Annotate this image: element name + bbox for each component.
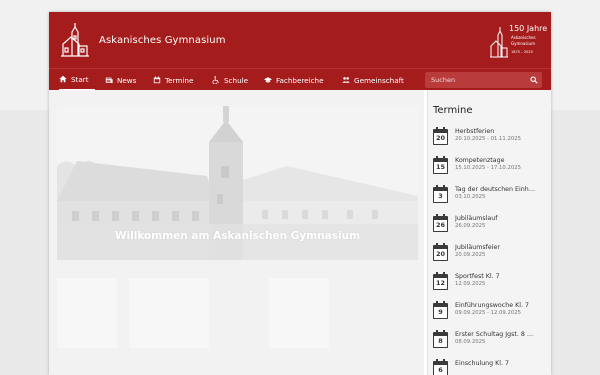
anniversary-line2: Gymnasium (511, 41, 535, 46)
nav-item-start[interactable]: Start (59, 69, 95, 91)
main-nav: Start News Termine Schule Fachbereiche G… (49, 68, 551, 91)
event-title: Herbstferien (455, 128, 495, 135)
site-frame: Askanisches Gymnasium 150 Jahre Askanisc… (49, 12, 551, 375)
event-title: Jubiläumsfeier (455, 244, 500, 251)
calendar-day-icon: 15 (433, 156, 448, 174)
anniversary-badge: 150 Jahre Askanisches Gymnasium 1875 – 2… (489, 22, 547, 62)
event-date: 20.10.2025 - 01.11.2025 (455, 136, 521, 142)
event-item[interactable]: 20 Jubiläumsfeier 20.09.2025 (433, 243, 550, 269)
event-title: Tag der deutschen Einh… (455, 186, 536, 193)
hero-slideshow[interactable]: Willkommen am Askanischen Gymnasium (57, 106, 418, 260)
anniversary-years: 1875 – 2025 (511, 50, 533, 54)
event-item[interactable]: 3 Tag der deutschen Einh… 03.10.2025 (433, 185, 550, 211)
event-title: Einschulung Kl. 7 (455, 360, 510, 367)
event-item[interactable]: 15 Kompetenztage 15.10.2025 - 17.10.2025 (433, 156, 550, 182)
school-logo-icon[interactable] (59, 22, 91, 58)
event-title: Kompetenztage (455, 157, 505, 164)
calendar-day-icon: 6 (433, 359, 448, 375)
nav-item-label: Schule (224, 75, 249, 85)
event-item[interactable]: 12 Sportfest Kl. 7 12.09.2025 (433, 272, 550, 298)
calendar-icon (153, 76, 161, 84)
calendar-day-icon: 20 (433, 243, 448, 261)
wheelchair-icon (212, 76, 219, 84)
nav-item-label: Gemeinschaft (354, 75, 404, 85)
event-item[interactable]: 6 Einschulung Kl. 7 (433, 359, 550, 375)
search-icon[interactable] (530, 76, 538, 84)
event-date: 03.10.2025 (455, 194, 486, 200)
nav-item-label: Termine (165, 75, 194, 85)
search-box (425, 72, 542, 88)
event-date: 15.10.2025 - 17.10.2025 (455, 165, 521, 171)
nav-item-gemeinschaft[interactable]: Gemeinschaft (342, 69, 404, 91)
nav-item-termine[interactable]: Termine (153, 69, 193, 91)
sidebar-title: Termine (433, 105, 473, 116)
anniversary-church-icon (490, 27, 508, 58)
event-title: Erster Schultag Jgst. 8 … (455, 331, 534, 338)
nav-item-schule[interactable]: Schule (212, 69, 248, 91)
event-date: 08.09.2025 (455, 339, 486, 345)
termine-sidebar: Termine 20 Herbstferien 20.10.2025 - 01.… (427, 90, 551, 375)
calendar-day-icon: 12 (433, 272, 448, 290)
calendar-day-icon: 26 (433, 214, 448, 232)
calendar-day-icon: 3 (433, 185, 448, 203)
event-title: Sportfest Kl. 7 (455, 273, 500, 280)
main-content: Willkommen am Askanischen Gymnasium (49, 90, 424, 375)
calendar-day-icon: 20 (433, 127, 448, 145)
event-date: 20.09.2025 (455, 252, 486, 258)
anniversary-line1: Askanisches (511, 35, 536, 40)
calendar-day-icon: 9 (433, 301, 448, 319)
nav-item-label: Start (71, 74, 89, 84)
nav-item-label: News (117, 75, 137, 85)
event-item[interactable]: 9 Einführungswoche Kl. 7 09.09.2025 - 12… (433, 301, 550, 327)
hero-caption: Willkommen am Askanischen Gymnasium (114, 230, 361, 242)
event-date: 09.09.2025 - 12.09.2025 (455, 310, 521, 316)
faded-card (129, 278, 209, 348)
anniversary-headline: 150 Jahre (509, 24, 548, 33)
faded-card (269, 278, 329, 348)
site-title[interactable]: Askanisches Gymnasium (99, 35, 226, 46)
nav-item-news[interactable]: News (105, 69, 136, 91)
event-title: Jubiläumslauf (455, 215, 498, 222)
search-input[interactable] (425, 72, 525, 88)
event-item[interactable]: 8 Erster Schultag Jgst. 8 … 08.09.2025 (433, 330, 550, 356)
site-header: Askanisches Gymnasium 150 Jahre Askanisc… (49, 12, 551, 68)
nav-item-label: Fachbereiche (276, 75, 324, 85)
nav-item-fachbereiche[interactable]: Fachbereiche (264, 69, 324, 91)
event-date: 26.09.2025 (455, 223, 486, 229)
event-item[interactable]: 26 Jubiläumslauf 26.09.2025 (433, 214, 550, 240)
faded-card (57, 278, 117, 348)
event-title: Einführungswoche Kl. 7 (455, 302, 529, 309)
event-item[interactable]: 20 Herbstferien 20.10.2025 - 01.11.2025 (433, 127, 550, 153)
newspaper-icon (105, 77, 113, 84)
event-date: 12.09.2025 (455, 281, 486, 287)
people-icon (342, 77, 350, 83)
calendar-day-icon: 8 (433, 330, 448, 348)
graduation-cap-icon (264, 77, 272, 83)
home-icon (59, 75, 67, 83)
